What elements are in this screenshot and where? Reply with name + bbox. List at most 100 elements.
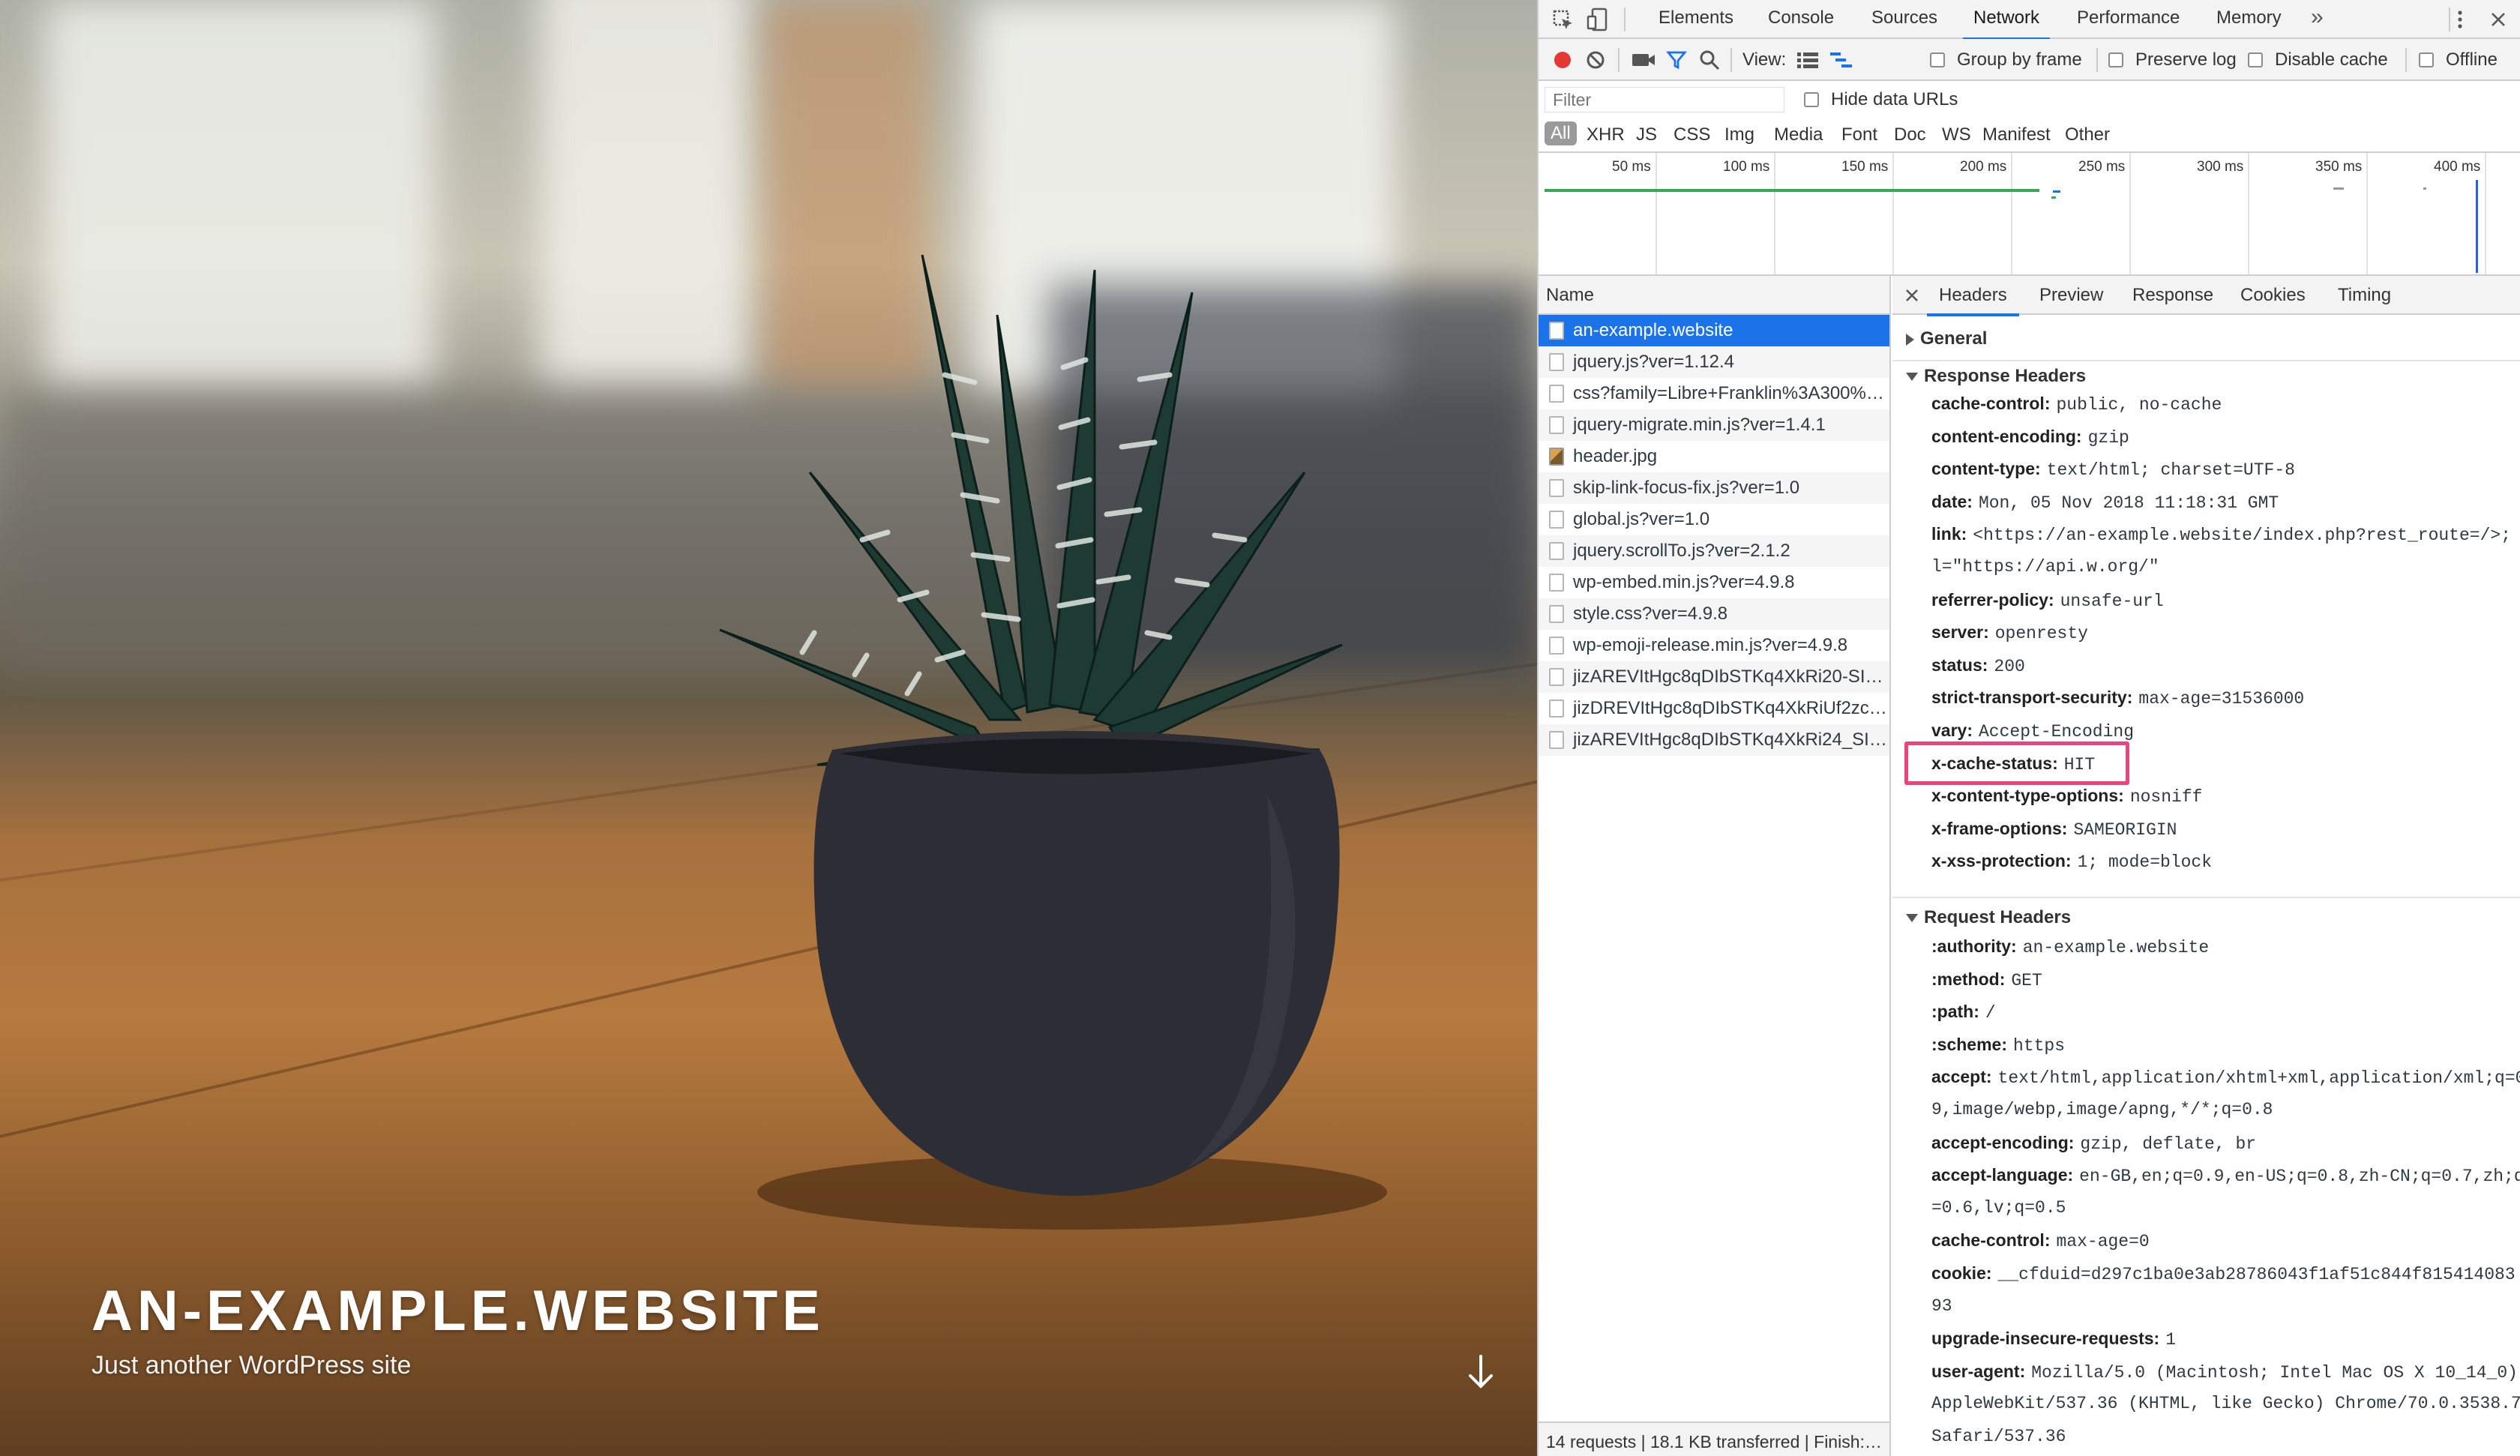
type-xhr[interactable]: XHR <box>1587 124 1625 145</box>
detail-tab-preview[interactable]: Preview <box>2039 285 2103 306</box>
image-file-icon <box>1549 448 1564 466</box>
hide-data-urls-checkbox[interactable] <box>1804 92 1819 107</box>
detail-tab-timing[interactable]: Timing <box>2338 285 2391 306</box>
type-ws[interactable]: WS <box>1942 124 1971 145</box>
header-value: openresty <box>1994 624 2088 644</box>
request-row[interactable]: style.css?ver=4.9.8 <box>1539 598 1889 630</box>
preserve-log-checkbox[interactable] <box>2108 52 2123 67</box>
arrow-down-icon[interactable] <box>1466 1353 1496 1391</box>
section-divider <box>1892 360 2520 361</box>
record-icon[interactable] <box>1552 49 1573 70</box>
request-row[interactable]: jquery-migrate.min.js?ver=1.4.1 <box>1539 409 1889 441</box>
pot <box>814 731 1340 1196</box>
header-name: :scheme: <box>1931 1034 2007 1054</box>
large-rows-icon[interactable] <box>1796 51 1819 69</box>
timeline-gridline <box>1774 153 1775 274</box>
disable-cache-checkbox[interactable] <box>2248 52 2263 67</box>
tab-memory[interactable]: Memory <box>2216 7 2282 28</box>
inspect-element-icon[interactable] <box>1552 9 1575 31</box>
document-file-icon <box>1549 322 1564 340</box>
device-toolbar-icon[interactable] <box>1587 7 1609 31</box>
request-row[interactable]: wp-embed.min.js?ver=4.9.8 <box>1539 567 1889 598</box>
header-value: an-example.website <box>2022 938 2210 957</box>
tab-sources[interactable]: Sources <box>1871 7 1937 28</box>
type-other[interactable]: Other <box>2065 124 2110 145</box>
collapse-triangle-icon <box>1906 373 1918 382</box>
timeline-gridline <box>1892 153 1894 274</box>
request-row[interactable]: global.js?ver=1.0 <box>1539 504 1889 535</box>
request-row[interactable]: skip-link-focus-fix.js?ver=1.0 <box>1539 472 1889 504</box>
request-row[interactable]: header.jpg <box>1539 441 1889 472</box>
more-tabs-icon[interactable]: » <box>2311 4 2324 30</box>
request-row[interactable]: jquery.js?ver=1.12.4 <box>1539 346 1889 378</box>
screenshot-camera-icon[interactable] <box>1632 51 1656 69</box>
timeline-overview[interactable]: 50 ms 100 ms 150 ms 200 ms 250 ms 300 ms… <box>1539 153 2520 276</box>
header-value: public, no-cache <box>2056 395 2222 415</box>
timeline-tick-label: 300 ms <box>2197 159 2244 175</box>
offline-checkbox[interactable] <box>2419 52 2434 67</box>
name-column-header[interactable]: Name <box>1539 276 1889 315</box>
detail-tab-cookies[interactable]: Cookies <box>2240 285 2306 306</box>
type-media[interactable]: Media <box>1774 124 1823 145</box>
header-row: content-encoding: gzip <box>1931 420 2129 454</box>
header-name: :authority: <box>1931 936 2017 956</box>
section-response-headers[interactable]: Response Headers <box>1906 366 2086 387</box>
type-css[interactable]: CSS <box>1674 124 1710 145</box>
group-by-frame-checkbox[interactable] <box>1930 52 1945 67</box>
close-icon[interactable] <box>2489 10 2507 28</box>
filter-icon[interactable] <box>1666 49 1687 70</box>
header-row: upgrade-insecure-requests: 1 <box>1931 1322 2176 1356</box>
type-font[interactable]: Font <box>1841 124 1877 145</box>
timeline-bar-document <box>1545 189 2039 192</box>
section-response-headers-label: Response Headers <box>1924 366 2087 386</box>
request-name: wp-embed.min.js?ver=4.9.8 <box>1573 572 1795 592</box>
header-value: nosniff <box>2129 787 2203 807</box>
tab-elements[interactable]: Elements <box>1659 7 1733 28</box>
type-all[interactable]: All <box>1545 121 1577 145</box>
request-row[interactable]: jizDREVItHgc8qDIbSTKq4XkRiUf2zcZiVbJ.wof… <box>1539 693 1889 724</box>
request-row[interactable]: jquery.scrollTo.js?ver=2.1.2 <box>1539 535 1889 567</box>
header-name: cookie: <box>1931 1263 1992 1283</box>
header-value: GET <box>2011 970 2042 990</box>
filter-input[interactable] <box>1545 87 1784 112</box>
request-row[interactable]: jizAREVItHgc8qDIbSTKq4XkRi20-SI0q1vjitOh… <box>1539 661 1889 693</box>
type-manifest[interactable]: Manifest <box>1982 124 2051 145</box>
type-js[interactable]: JS <box>1636 124 1657 145</box>
request-row[interactable]: an-example.website <box>1539 315 1889 346</box>
kebab-menu-icon[interactable] <box>2449 9 2471 31</box>
header-name: content-type: <box>1931 459 2041 479</box>
clear-icon[interactable] <box>1585 49 1606 70</box>
request-name: jquery.js?ver=1.12.4 <box>1573 352 1735 372</box>
detail-tab-headers[interactable]: Headers <box>1927 285 2019 316</box>
close-detail-icon[interactable] <box>1904 288 1919 303</box>
timeline-bar-resource <box>2053 190 2060 193</box>
document-file-icon <box>1549 668 1564 686</box>
request-name: skip-link-focus-fix.js?ver=1.0 <box>1573 478 1800 498</box>
header-name: x-content-type-options: <box>1931 786 2124 806</box>
tab-performance[interactable]: Performance <box>2077 7 2180 28</box>
request-row[interactable]: css?family=Libre+Franklin%3A300%2C300i%2… <box>1539 378 1889 409</box>
section-request-headers[interactable]: Request Headers <box>1906 907 2071 928</box>
type-img[interactable]: Img <box>1724 124 1754 145</box>
header-name: server: <box>1931 622 1989 643</box>
detail-tab-bar: Headers Preview Response Cookies Timing <box>1892 276 2520 316</box>
document-file-icon <box>1549 416 1564 434</box>
tab-network[interactable]: Network <box>1962 7 2051 40</box>
search-icon[interactable] <box>1699 49 1720 70</box>
header-row: strict-transport-security: max-age=315360… <box>1931 681 2304 715</box>
divider <box>2405 48 2407 72</box>
tab-console[interactable]: Console <box>1768 7 1834 28</box>
waterfall-icon[interactable] <box>1829 51 1853 69</box>
header-row: :scheme: https <box>1931 1028 2065 1062</box>
header-value: max-age=0 <box>2056 1232 2150 1252</box>
type-doc[interactable]: Doc <box>1894 124 1926 145</box>
request-name: jquery.scrollTo.js?ver=2.1.2 <box>1573 541 1790 561</box>
header-value: 200 <box>1994 656 2025 676</box>
section-general[interactable]: General <box>1906 328 1987 349</box>
header-value: max-age=31536000 <box>2138 689 2305 709</box>
header-row: server: openresty <box>1931 616 2088 650</box>
request-row[interactable]: wp-emoji-release.min.js?ver=4.9.8 <box>1539 630 1889 661</box>
site-title[interactable]: AN-EXAMPLE.WEBSITE <box>91 1278 825 1344</box>
detail-tab-response[interactable]: Response <box>2132 285 2213 306</box>
request-row[interactable]: jizAREVItHgc8qDIbSTKq4XkRi24_SI0q1vjitOh… <box>1539 724 1889 756</box>
